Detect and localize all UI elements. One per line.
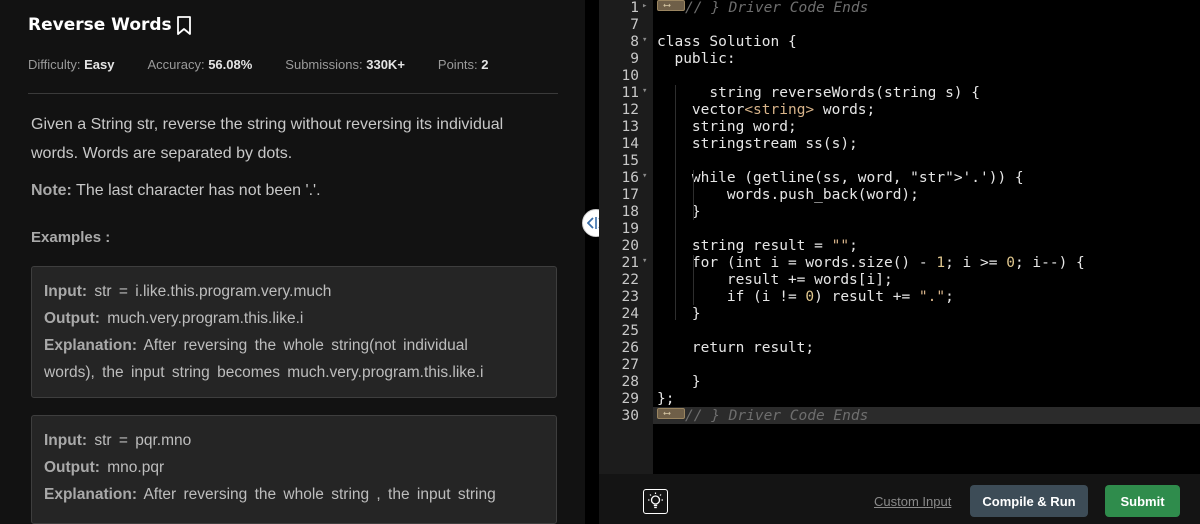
line-number: 25 bbox=[621, 323, 639, 339]
code-line[interactable]: string word; bbox=[657, 119, 797, 136]
example-output: Output: mno.pqr bbox=[44, 459, 165, 476]
code-line[interactable]: } bbox=[657, 204, 701, 221]
code-line[interactable]: class Solution { bbox=[657, 34, 797, 51]
line-number: 29 bbox=[621, 391, 639, 407]
example-output: Output: much.very.program.this.like.i bbox=[44, 310, 304, 327]
indent-guide bbox=[675, 85, 676, 320]
line-number: 9 bbox=[630, 51, 639, 67]
fold-chevron-icon[interactable]: ▾ bbox=[642, 256, 647, 266]
line-number: 20 bbox=[621, 238, 639, 254]
example-input: Input: str = i.like.this.program.very.mu… bbox=[44, 283, 332, 300]
meta-submissions: Submissions: 330K+ bbox=[285, 57, 405, 72]
line-number: 11 ▾ bbox=[621, 85, 648, 101]
code-line[interactable]: if (i != 0) result += "."; bbox=[657, 289, 954, 306]
custom-input-link[interactable]: Custom Input bbox=[874, 494, 951, 509]
fold-chevron-icon[interactable]: ▾ bbox=[642, 171, 647, 181]
code-line[interactable]: vector<string> words; bbox=[657, 102, 875, 119]
line-number: 22 bbox=[621, 272, 639, 288]
line-number: 18 bbox=[621, 204, 639, 220]
code-line[interactable]: while (getline(ss, word, "str">'.')) { bbox=[657, 170, 1024, 187]
example-input: Input: str = pqr.mno bbox=[44, 432, 192, 449]
line-number: 13 bbox=[621, 119, 639, 135]
problem-description: Given a String str, reverse the string w… bbox=[31, 110, 556, 168]
code-line[interactable]: return result; bbox=[657, 340, 814, 357]
example-box: Input: str = i.like.this.program.very.mu… bbox=[31, 266, 557, 398]
line-number: 14 bbox=[621, 136, 639, 152]
meta-difficulty: Difficulty: Easy bbox=[28, 57, 115, 72]
line-number: 12 bbox=[621, 102, 639, 118]
line-number: 26 bbox=[621, 340, 639, 356]
example-explanation-cont: words), the input string becomes much.ve… bbox=[44, 364, 484, 381]
description-line: Given a String str, reverse the string w… bbox=[31, 116, 504, 133]
fold-marker-icon bbox=[657, 0, 685, 14]
line-number: 15 bbox=[621, 153, 639, 169]
code-line[interactable]: string reverseWords(string s) { bbox=[657, 85, 980, 102]
bookmark-icon[interactable] bbox=[176, 15, 192, 35]
fold-chevron-icon[interactable]: ▾ bbox=[642, 86, 647, 96]
line-number: 7 bbox=[630, 17, 639, 33]
code-line[interactable]: string result = ""; bbox=[657, 238, 858, 255]
line-number: 23 bbox=[621, 289, 639, 305]
line-number: 10 bbox=[621, 68, 639, 84]
problem-panel: Reverse Words Difficulty: Easy Accuracy:… bbox=[0, 0, 585, 524]
line-number: 19 bbox=[621, 221, 639, 237]
line-number: 28 bbox=[621, 374, 639, 390]
code-line[interactable]: } bbox=[657, 374, 701, 391]
line-number: 24 bbox=[621, 306, 639, 322]
editor-bottom-bar: Custom Input Compile & Run Submit bbox=[599, 474, 1200, 524]
problem-title: Reverse Words bbox=[28, 15, 172, 35]
submit-button[interactable]: Submit bbox=[1105, 485, 1180, 517]
meta-points: Points: 2 bbox=[437, 57, 489, 72]
code-line[interactable]: // } Driver Code Ends bbox=[657, 405, 868, 425]
problem-title-row: Reverse Words bbox=[28, 15, 192, 35]
lightbulb-icon[interactable] bbox=[643, 489, 668, 514]
line-number: 8 ▾ bbox=[630, 34, 648, 50]
code-line[interactable]: for (int i = words.size() - 1; i >= 0; i… bbox=[657, 255, 1085, 272]
pane-splitter[interactable] bbox=[585, 0, 599, 524]
meta-accuracy: Accuracy: 56.08% bbox=[147, 57, 253, 72]
line-number: 30 bbox=[621, 408, 639, 424]
fold-marker-icon bbox=[657, 405, 685, 422]
compile-run-button[interactable]: Compile & Run bbox=[970, 485, 1088, 517]
line-number: 27 bbox=[621, 357, 639, 373]
line-number: 16 ▾ bbox=[621, 170, 648, 186]
example-explanation: Explanation: After reversing the whole s… bbox=[44, 486, 496, 503]
code-line[interactable]: } bbox=[657, 306, 701, 323]
problem-note: Note: The last character has not been '.… bbox=[31, 182, 321, 199]
fold-arrow-icon[interactable]: ▸ bbox=[642, 1, 647, 11]
examples-heading: Examples : bbox=[31, 229, 111, 246]
line-number: 17 bbox=[621, 187, 639, 203]
example-box: Input: str = pqr.mno Output: mno.pqr Exp… bbox=[31, 415, 557, 524]
indent-guide bbox=[693, 170, 694, 220]
problem-meta: Difficulty: Easy Accuracy: 56.08% Submis… bbox=[28, 57, 522, 72]
fold-chevron-icon[interactable]: ▾ bbox=[642, 35, 647, 45]
divider bbox=[28, 93, 558, 94]
code-line[interactable]: words.push_back(word); bbox=[657, 187, 919, 204]
code-area[interactable] bbox=[653, 0, 1200, 474]
example-explanation: Explanation: After reversing the whole s… bbox=[44, 337, 468, 354]
description-line: words. Words are separated by dots. bbox=[31, 145, 293, 162]
code-editor[interactable]: 1▸ // } Driver Code Ends 78▾ class Solution… bbox=[599, 0, 1200, 524]
code-line[interactable]: public: bbox=[657, 51, 735, 68]
line-number: 1 ▸ bbox=[630, 0, 648, 16]
code-line[interactable]: // } Driver Code Ends bbox=[657, 0, 868, 17]
line-number: 21 ▾ bbox=[621, 255, 648, 271]
indent-guide bbox=[693, 255, 694, 305]
code-line[interactable]: stringstream ss(s); bbox=[657, 136, 858, 153]
